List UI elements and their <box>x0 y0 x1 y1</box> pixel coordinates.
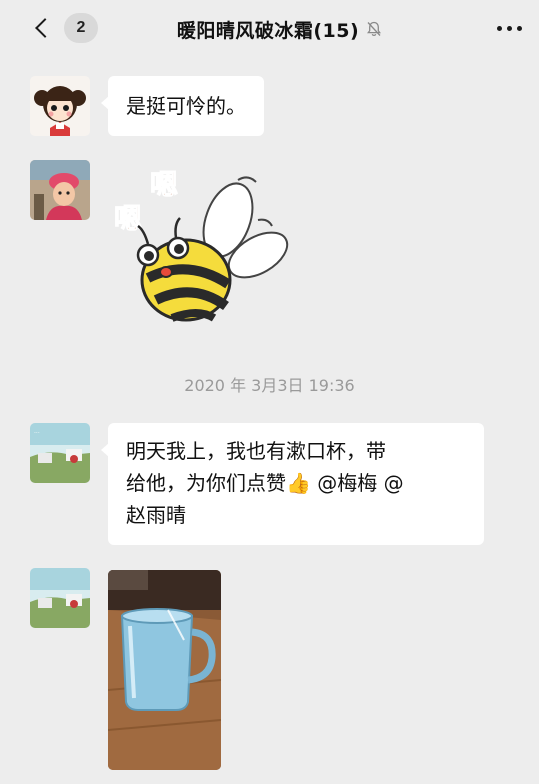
more-options-button[interactable] <box>491 16 527 40</box>
chat-title: 暖阳晴风破冰霜(15) <box>176 19 360 42</box>
cartoon-girl-avatar[interactable] <box>30 76 90 136</box>
unread-count-badge: 2 <box>64 13 98 43</box>
child-photo-avatar[interactable] <box>30 160 90 220</box>
more-dot <box>506 25 512 31</box>
more-dot <box>496 25 502 31</box>
message-timestamp: 2020 年 3月3日 19:36 <box>184 376 355 395</box>
message-text-line: 赵雨晴 <box>126 503 186 527</box>
sticker-text: 嗯 <box>114 202 142 235</box>
landscape-avatar[interactable]: ... <box>30 423 90 483</box>
chat-title-area[interactable]: 暖阳晴风破冰霜(15) <box>130 14 430 44</box>
message-text: 是挺可怜的。 <box>126 94 246 118</box>
message-bubble[interactable]: 是挺可怜的。 <box>101 76 264 136</box>
back-button[interactable]: 2 <box>26 10 98 46</box>
bee-sticker[interactable]: 嗯 嗯 <box>108 160 298 340</box>
more-dot <box>516 25 522 31</box>
bell-off-icon <box>367 21 382 37</box>
landscape-avatar[interactable] <box>30 568 90 628</box>
sticker-text: 嗯 <box>150 168 178 201</box>
chevron-left-icon <box>35 18 55 38</box>
message-bubble[interactable]: 明天我上，我也有漱口杯，带 给他，为你们点赞👍 @梅梅 @ 赵雨晴 <box>101 423 484 545</box>
blue-cup-photo[interactable] <box>108 570 221 770</box>
message-text-line: 明天我上，我也有漱口杯，带 <box>126 439 386 463</box>
chat-header: 2 暖阳晴风破冰霜(15) <box>0 0 539 58</box>
message-text-line: 给他，为你们点赞👍 @梅梅 @ <box>126 471 404 495</box>
svg-text:...: ... <box>34 428 40 435</box>
